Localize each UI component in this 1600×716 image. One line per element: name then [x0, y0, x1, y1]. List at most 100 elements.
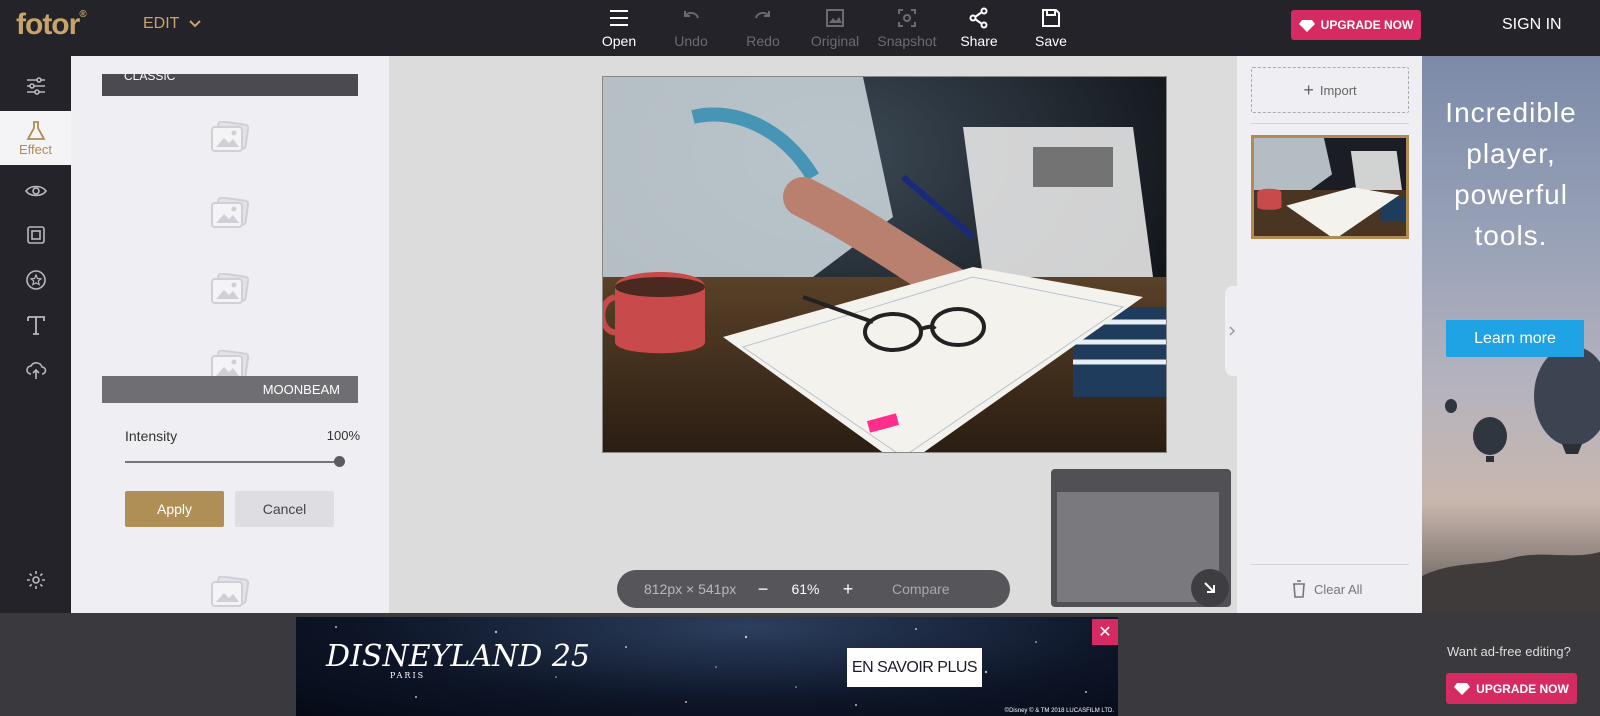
- banner-ad[interactable]: DISNEYLAND 25 PARIS EN SAVOIR PLUS ©Disn…: [296, 617, 1118, 716]
- nav-adjust[interactable]: [0, 64, 71, 108]
- left-nav: Effect: [0, 56, 71, 613]
- intensity-value: 100%: [326, 428, 360, 443]
- brand-text: DISNEYLAND 25: [326, 639, 591, 674]
- image-library-panel: + Import Clear All: [1237, 56, 1422, 613]
- en-savoir-plus-button[interactable]: EN SAVOIR PLUS: [847, 648, 982, 687]
- text-icon: [26, 316, 45, 335]
- frame-icon: [26, 226, 45, 244]
- image-placeholder-icon[interactable]: [209, 121, 251, 153]
- share-button[interactable]: Share: [943, 0, 1015, 56]
- snapshot-button[interactable]: Snapshot: [871, 0, 943, 56]
- clear-all-button[interactable]: Clear All: [1292, 580, 1362, 598]
- image-placeholder-icon[interactable]: [209, 576, 251, 608]
- brand-sub-text: PARIS: [390, 671, 426, 680]
- eye-icon: [24, 185, 47, 197]
- flask-icon: [25, 120, 46, 140]
- divider: [1251, 564, 1409, 565]
- chevron-down-icon: [189, 20, 202, 28]
- sign-in-link[interactable]: SIGN IN: [1502, 16, 1562, 34]
- upgrade-label: UPGRADE NOW: [1320, 18, 1414, 32]
- intensity-slider-handle[interactable]: [334, 456, 345, 467]
- nav-beauty[interactable]: [0, 169, 71, 213]
- zoom-in-button[interactable]: +: [837, 579, 859, 600]
- snapshot-icon: [898, 9, 916, 27]
- upgrade-button[interactable]: UPGRADE NOW: [1291, 10, 1421, 40]
- apply-button[interactable]: Apply: [125, 491, 224, 527]
- intensity-label: Intensity: [125, 428, 178, 444]
- nav-stickers[interactable]: [0, 258, 71, 302]
- category-header-classic[interactable]: CLASSIC: [102, 74, 358, 96]
- chevron-right-icon: [1229, 326, 1235, 336]
- arrow-diagonal-icon: [1204, 582, 1215, 593]
- image-icon: [826, 9, 844, 27]
- intensity-slider-fill: [125, 461, 338, 463]
- nav-frames[interactable]: [0, 213, 71, 257]
- share-label: Share: [960, 33, 998, 49]
- nav-settings[interactable]: [0, 558, 71, 602]
- image-dimensions: 812px × 541px: [644, 581, 737, 597]
- diamond-icon: [1454, 683, 1471, 695]
- undo-button[interactable]: Undo: [655, 0, 727, 56]
- open-label: Open: [601, 33, 637, 49]
- plus-icon: +: [1303, 79, 1314, 100]
- photo-image: [603, 77, 1166, 452]
- original-label: Original: [810, 33, 860, 49]
- nav-cloud[interactable]: [0, 348, 71, 392]
- import-button[interactable]: + Import: [1251, 67, 1409, 113]
- redo-button[interactable]: Redo: [727, 0, 799, 56]
- ad-headline-line: Incredible: [1445, 97, 1577, 128]
- nav-text[interactable]: [0, 303, 71, 347]
- compare-button[interactable]: Compare: [892, 581, 950, 597]
- snapshot-label: Snapshot: [877, 33, 937, 49]
- diamond-icon: [1298, 19, 1315, 32]
- zoom-level: 61%: [791, 581, 820, 597]
- close-icon[interactable]: ✕: [1092, 619, 1118, 645]
- image-placeholder-icon[interactable]: [209, 197, 251, 229]
- toolbar: Open Undo Redo Original Snapshot Share S…: [583, 0, 1087, 56]
- clear-all-label: Clear All: [1314, 581, 1363, 597]
- ad-headline-line: tools.: [1474, 220, 1548, 251]
- learn-more-button[interactable]: Learn more: [1446, 320, 1584, 357]
- image-placeholder-icon[interactable]: [209, 273, 251, 305]
- zoom-bar: 812px × 541px − 61% + Compare: [617, 570, 1010, 608]
- sliders-icon: [26, 77, 45, 95]
- undo-label: Undo: [674, 33, 708, 49]
- ad-free-prompt: Want ad-free editing?: [1447, 644, 1571, 659]
- effect-panel: CLASSIC MOONBEAM Intensity 100% Apply Ca…: [71, 56, 389, 613]
- cancel-button[interactable]: Cancel: [235, 491, 334, 527]
- ad-legal-text: ©Disney © & TM 2018 LUCASFILM LTD.: [1004, 708, 1114, 714]
- open-button[interactable]: Open: [583, 0, 655, 56]
- ad-headline: Incredible player, powerful tools.: [1422, 92, 1600, 256]
- image-thumbnail[interactable]: [1251, 135, 1409, 239]
- navigator-preview[interactable]: [1051, 469, 1231, 607]
- sidebar-ad[interactable]: Incredible player, powerful tools. Learn…: [1422, 56, 1600, 613]
- divider: [1251, 123, 1409, 124]
- upgrade-button-bottom[interactable]: UPGRADE NOW: [1446, 673, 1577, 704]
- disneyland-logo: DISNEYLAND 25 PARIS: [326, 639, 591, 680]
- redo-label: Redo: [746, 33, 780, 49]
- zoom-out-button[interactable]: −: [752, 579, 774, 600]
- canvas-area: 812px × 541px − 61% + Compare: [389, 56, 1239, 613]
- cloud-upload-icon: [25, 362, 46, 379]
- undo-icon: [684, 11, 699, 19]
- redo-icon: [755, 11, 770, 19]
- save-button[interactable]: Save: [1015, 0, 1087, 56]
- gear-icon: [26, 571, 45, 589]
- menu-icon: [610, 10, 628, 26]
- upgrade-bottom-label: UPGRADE NOW: [1476, 681, 1569, 696]
- expand-navigator-button[interactable]: [1191, 569, 1229, 607]
- nav-effect[interactable]: Effect: [0, 111, 71, 165]
- effect-moonbeam[interactable]: MOONBEAM: [102, 376, 358, 403]
- star-badge-icon: [25, 270, 46, 290]
- mode-menu[interactable]: EDIT: [143, 15, 202, 33]
- intensity-slider[interactable]: [125, 461, 338, 463]
- edited-photo[interactable]: [602, 76, 1167, 453]
- fotor-logo[interactable]: fotor®: [16, 8, 87, 42]
- mode-menu-label: EDIT: [143, 15, 180, 32]
- original-button[interactable]: Original: [799, 0, 871, 56]
- trash-icon: [1293, 580, 1305, 598]
- save-icon: [1042, 9, 1060, 27]
- top-bar: fotor® EDIT Open Undo Redo Original Snap…: [0, 0, 1600, 56]
- ad-headline-line: powerful: [1454, 179, 1568, 210]
- thumbnail-image: [1254, 138, 1406, 236]
